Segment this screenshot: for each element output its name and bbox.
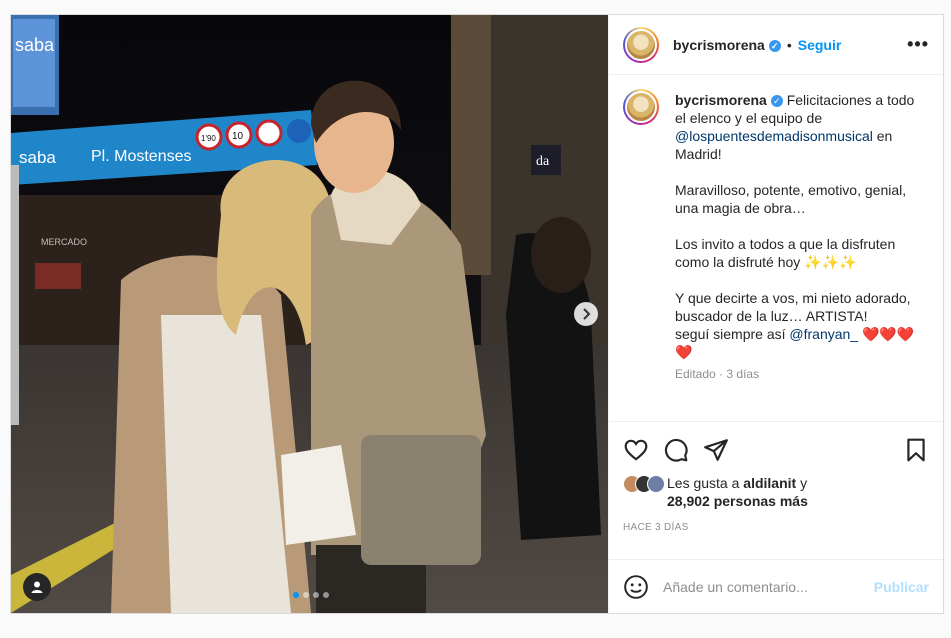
comments-area[interactable]: bycrismorena ✓ Felicitaciones a todo el e…	[609, 75, 943, 421]
carousel-dot	[313, 592, 319, 598]
author-username[interactable]: bycrismorena ✓	[673, 37, 781, 53]
caption: bycrismorena ✓ Felicitaciones a todo el e…	[623, 89, 929, 361]
verified-badge-icon: ✓	[770, 95, 783, 108]
comment-icon[interactable]	[663, 437, 689, 463]
likes-count[interactable]: 28,902 personas más	[667, 493, 808, 509]
carousel-dot-active	[293, 592, 299, 598]
likes-connector: y	[796, 475, 808, 491]
follow-button[interactable]: Seguir	[798, 37, 842, 53]
chevron-right-icon	[583, 308, 591, 320]
sign-speed: 10	[232, 131, 244, 142]
verified-badge-icon: ✓	[768, 39, 781, 52]
liker-avatars[interactable]	[623, 475, 665, 493]
sign-brand-text: saba	[19, 148, 56, 167]
caption-avatar[interactable]	[623, 89, 659, 125]
tagged-users-button[interactable]	[23, 573, 51, 601]
share-icon[interactable]	[703, 437, 729, 463]
action-bar	[623, 430, 929, 470]
meta-dot: ·	[719, 367, 724, 381]
liker-username[interactable]: aldilanit	[743, 475, 796, 491]
market-sign: MERCADO	[41, 237, 87, 247]
carousel-dot	[303, 592, 309, 598]
author-avatar[interactable]	[623, 26, 659, 63]
next-photo-button[interactable]	[574, 302, 598, 326]
carousel-dot	[323, 592, 329, 598]
likes-summary: Les gusta a aldilanit y 28,902 personas m…	[623, 474, 929, 510]
sign-brand-fragment: saba	[15, 35, 55, 55]
liker-avatar	[647, 475, 665, 493]
user-icon	[31, 581, 43, 593]
shop-sign: da	[536, 154, 550, 169]
header-separator: •	[786, 36, 792, 53]
more-options-icon[interactable]: •••	[907, 34, 929, 55]
likes-text: Les gusta a aldilanit y 28,902 personas m…	[667, 474, 808, 510]
heart-icon[interactable]	[623, 437, 649, 463]
actions-section: Les gusta a aldilanit y 28,902 personas m…	[609, 421, 943, 533]
publish-button[interactable]: Publicar	[874, 579, 929, 595]
caption-username[interactable]: bycrismorena	[675, 92, 767, 108]
post-header: bycrismorena ✓ • Seguir •••	[609, 15, 943, 75]
sign-height: 1'90	[201, 134, 216, 143]
emoji-icon[interactable]	[623, 574, 649, 600]
post-timestamp[interactable]: HACE 3 DÍAS	[623, 522, 929, 533]
likes-prefix: Les gusta a	[667, 475, 744, 491]
edited-label: Editado	[675, 367, 716, 381]
caption-body-2: en Madrid! Maravilloso, potente, emotivo…	[675, 128, 911, 342]
caption-time[interactable]: 3 días	[726, 367, 759, 381]
photo-scene: saba saba Pl. Mostenses 1'90 10 MERCADO …	[11, 15, 608, 613]
carousel-indicator	[293, 592, 329, 598]
post-media[interactable]: saba saba Pl. Mostenses 1'90 10 MERCADO …	[11, 15, 608, 613]
comment-input[interactable]	[663, 578, 874, 595]
sign-street-text: Pl. Mostenses	[91, 148, 191, 165]
mention-link[interactable]: @lospuentesdemadisonmusical	[675, 128, 873, 144]
add-comment-bar: Publicar	[609, 559, 943, 613]
caption-meta: Editado · 3 días	[675, 367, 929, 381]
caption-text: bycrismorena ✓ Felicitaciones a todo el e…	[675, 91, 929, 361]
post-modal: saba saba Pl. Mostenses 1'90 10 MERCADO …	[10, 14, 944, 614]
bookmark-icon[interactable]	[903, 437, 929, 463]
post-sidebar: bycrismorena ✓ • Seguir ••• bycrismorena ✓…	[608, 15, 943, 613]
mention-link[interactable]: @franyan_	[789, 326, 858, 342]
